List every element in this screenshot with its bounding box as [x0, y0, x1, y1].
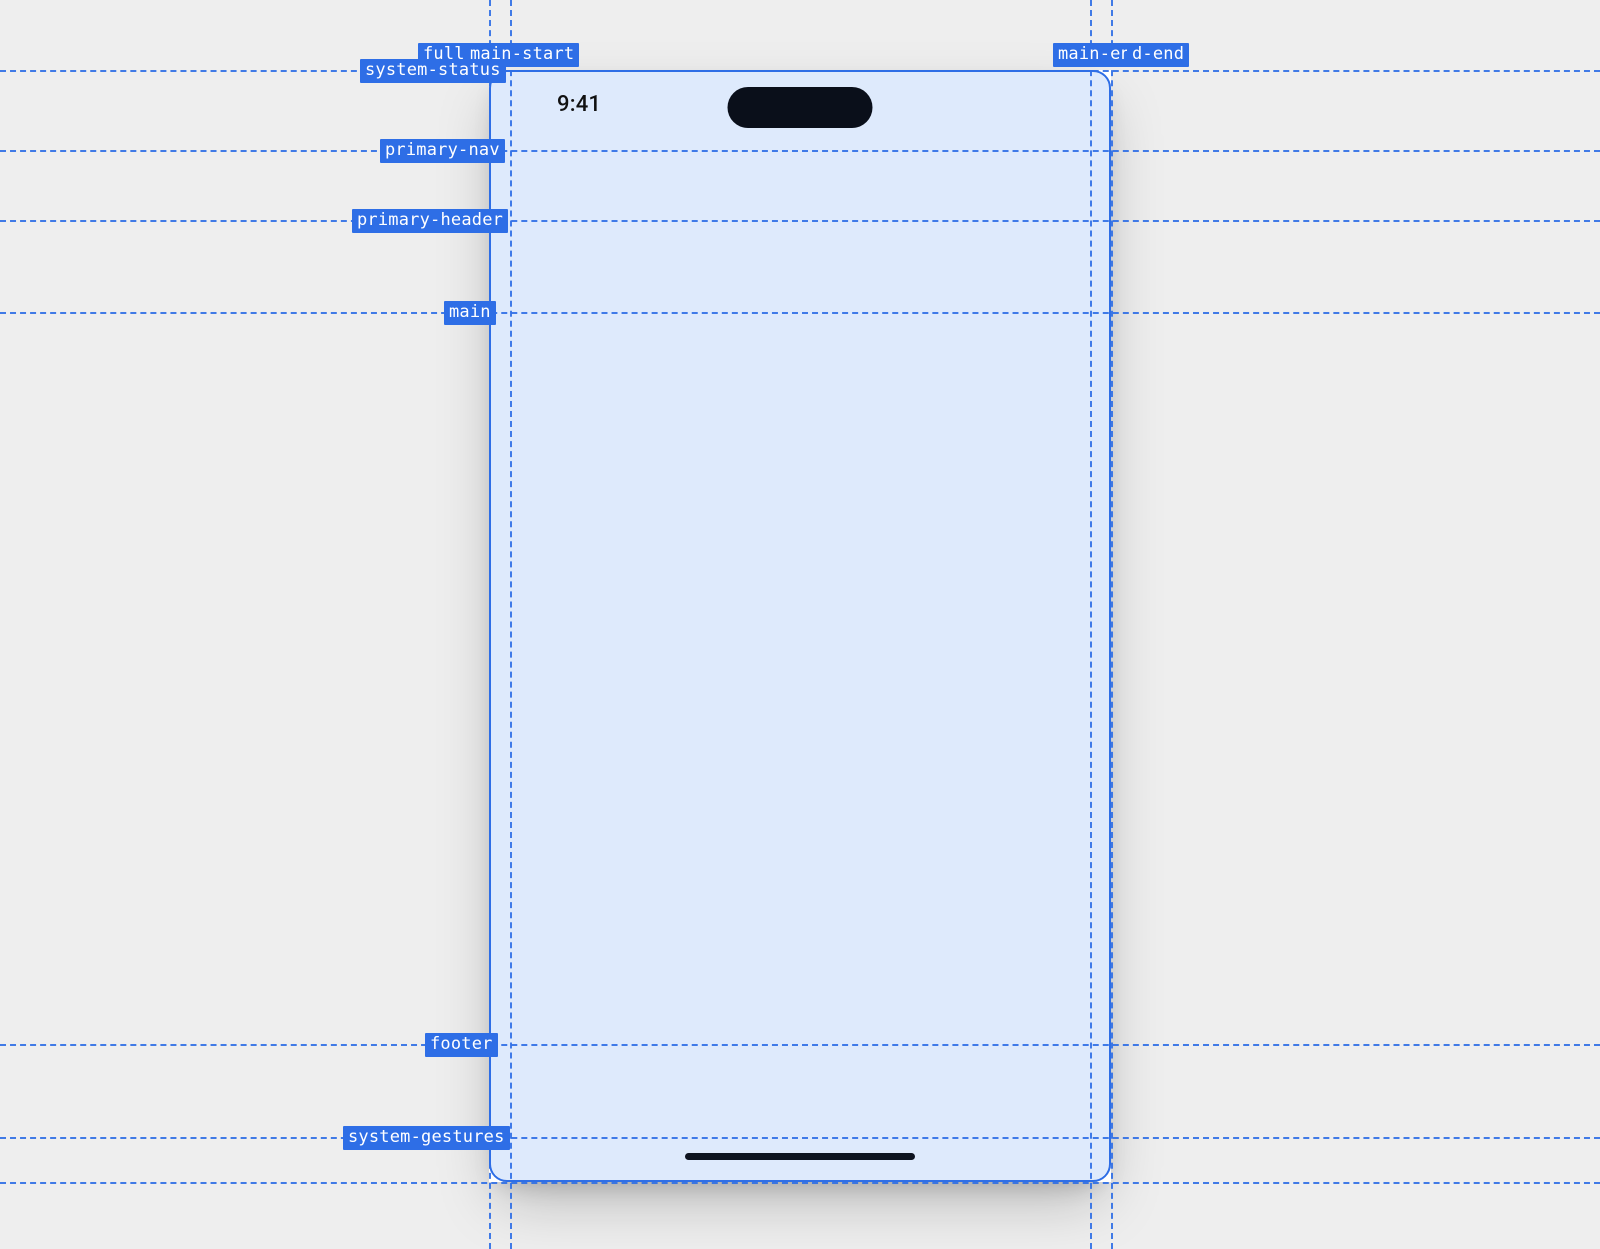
label-system-status: system-status — [360, 59, 506, 83]
home-indicator — [685, 1153, 915, 1160]
guide-system-gestures — [0, 1137, 1600, 1139]
guide-primary-nav — [0, 150, 1600, 152]
label-primary-nav: primary-nav — [380, 139, 505, 163]
guide-primary-header — [0, 220, 1600, 222]
guide-system-status — [0, 70, 1600, 72]
status-time: 9:41 — [557, 92, 601, 117]
dynamic-island — [728, 87, 873, 128]
corner-top-right — [1097, 70, 1111, 84]
guide-bottom — [0, 1182, 1600, 1184]
guide-main — [0, 312, 1600, 314]
guide-main-start — [510, 0, 512, 1249]
label-d-end: d-end — [1127, 43, 1189, 67]
guide-fullbleed-end — [1111, 0, 1113, 1249]
guide-fullbleed-start — [489, 0, 491, 1249]
guide-main-end — [1090, 0, 1092, 1249]
corner-bottom-right — [1097, 1168, 1111, 1182]
phone-frame: 9:41 — [489, 70, 1111, 1182]
label-primary-header: primary-header — [352, 209, 508, 233]
guide-footer — [0, 1044, 1600, 1046]
label-main: main — [444, 301, 496, 325]
label-system-gestures: system-gestures — [343, 1126, 510, 1150]
label-footer: footer — [425, 1033, 498, 1057]
corner-bottom-left — [489, 1168, 503, 1182]
